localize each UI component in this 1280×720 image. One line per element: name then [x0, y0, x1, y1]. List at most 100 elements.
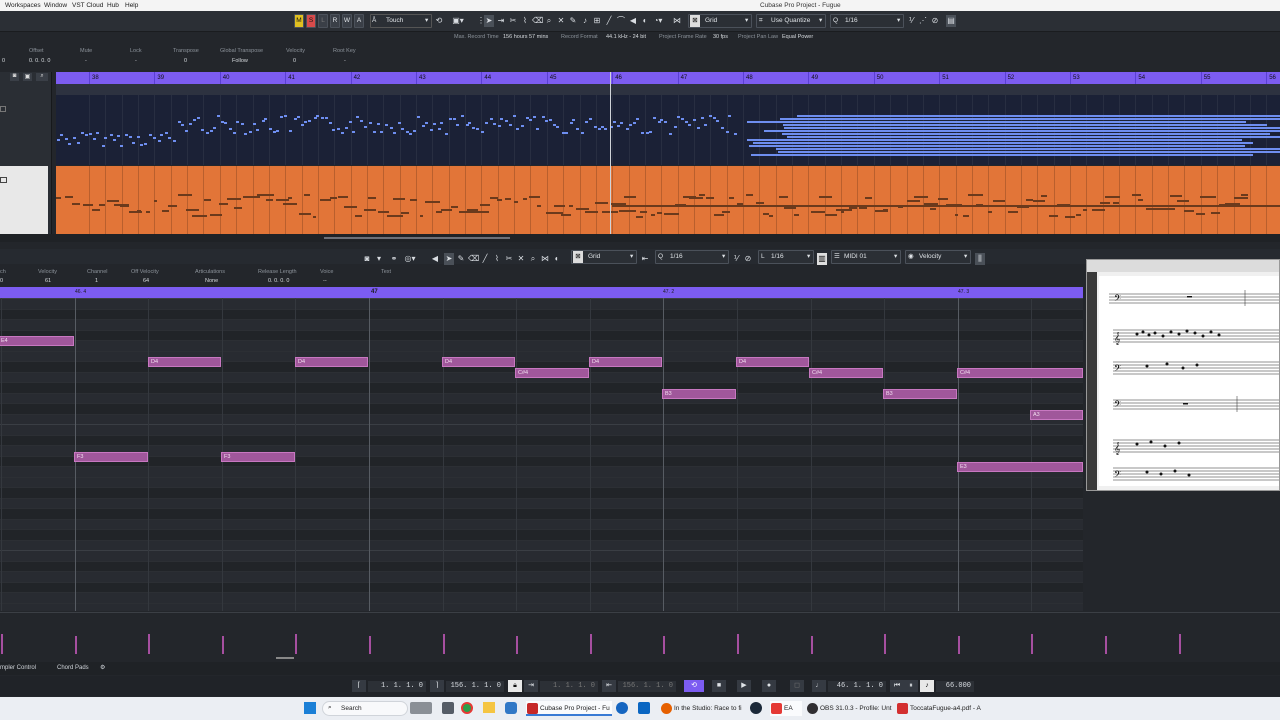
midi-note[interactable]: B3: [662, 388, 736, 399]
glue-tool-icon[interactable]: ⋈: [540, 253, 550, 265]
quantize-reset-icon[interactable]: ⊘: [930, 15, 940, 27]
primary-time-display[interactable]: 46. 1. 1. 0: [828, 681, 886, 692]
steam-icon[interactable]: [750, 702, 762, 714]
right-locator-icon[interactable]: ⌉: [430, 680, 444, 692]
time-warp-icon[interactable]: ⌒: [616, 15, 626, 27]
quantize-preset-select[interactable]: ⌗ Use Quantize ▾: [756, 14, 826, 28]
snap-zero-icon[interactable]: ⇤: [640, 253, 650, 265]
widget-icon[interactable]: [410, 702, 432, 714]
piano-icon[interactable]: ⫼: [975, 253, 985, 265]
off-velocity-value[interactable]: 64: [143, 278, 149, 284]
play-button[interactable]: ▶: [737, 680, 751, 692]
zoom-tool-icon[interactable]: ⌕: [544, 15, 554, 27]
lock-icon[interactable]: 🔒︎: [508, 680, 522, 692]
pan-law-value[interactable]: Equal Power: [782, 34, 813, 40]
record-button[interactable]: ●: [762, 680, 776, 692]
velocity-lane[interactable]: [0, 612, 1280, 659]
note-grid[interactable]: E4 D4 D4 D4 D4 D4 C#4 C#4 C#4 B3 B3 A3 F3 F3 E3: [0, 298, 1083, 611]
search-box[interactable]: ⌕ Search: [322, 701, 408, 716]
velocity-bar[interactable]: [663, 636, 666, 654]
voice-value[interactable]: --: [323, 278, 327, 284]
offset-value[interactable]: 0. 0. 0. 0: [29, 58, 50, 64]
record-format-value[interactable]: 44.1 kHz - 24 bit: [606, 34, 646, 40]
mute-tool-icon[interactable]: ✕: [556, 15, 566, 27]
velocity-bar[interactable]: [957, 636, 960, 654]
midi-note[interactable]: D4: [295, 357, 368, 367]
zoom-tool-icon[interactable]: ⌕: [528, 253, 538, 265]
pdf-viewer-window[interactable]: 𝄢 𝄞 𝄢 𝄢 𝄞 𝄢: [1086, 259, 1280, 491]
tab-sampler-control[interactable]: mpler Control: [0, 665, 36, 671]
scroll-thumb[interactable]: [324, 237, 510, 239]
root-key-value[interactable]: -: [344, 58, 346, 64]
left-locator-icon[interactable]: ⌈: [352, 680, 366, 692]
velocity-bar[interactable]: [1, 634, 3, 654]
color-tool-icon[interactable]: ◐: [552, 253, 562, 265]
velocity-bar[interactable]: [589, 634, 592, 654]
tempo-value[interactable]: 66.000: [936, 681, 974, 692]
menu-workspaces[interactable]: Workspaces: [5, 2, 41, 9]
frame-rate-value[interactable]: 30 fps: [713, 34, 728, 40]
nudge-icon[interactable]: ◔▾: [648, 15, 668, 27]
listen-button[interactable]: L: [318, 14, 328, 28]
arrange-ruler[interactable]: 38 39 40 41 42 43 44 45 46 47 48 49 50 51 52 53 54 55 56: [56, 72, 1280, 84]
velocity-value[interactable]: 0: [293, 58, 296, 64]
metronome-icon[interactable]: ♪: [920, 680, 934, 692]
gear-icon[interactable]: ⚙: [100, 664, 105, 671]
metronome-toggle-icon[interactable]: ⏸: [904, 680, 918, 692]
midi-note[interactable]: D4: [442, 357, 515, 367]
erase-tool-icon[interactable]: ⌫: [532, 15, 543, 27]
editor-quantize-select[interactable]: Q 1/16 ▾: [655, 250, 729, 264]
comp-tool-icon[interactable]: ⊞: [592, 15, 602, 27]
task-ea[interactable]: EA: [770, 701, 802, 716]
midi-note[interactable]: C#4: [809, 367, 883, 378]
split-tool-icon[interactable]: ✂: [508, 15, 518, 27]
stop-button[interactable]: ■: [712, 680, 726, 692]
velocity-bar[interactable]: [369, 636, 371, 654]
windows-start-icon[interactable]: [304, 702, 316, 714]
object-selection-tool-icon[interactable]: ➤: [484, 15, 494, 27]
menu-vst-cloud[interactable]: VST Cloud: [72, 2, 103, 9]
punch-out-icon[interactable]: ⇤: [602, 680, 616, 692]
cycle-button[interactable]: ⟲: [684, 680, 704, 692]
split-tool-icon[interactable]: ✂: [504, 253, 514, 265]
outlook-icon[interactable]: [638, 702, 650, 714]
selected-track-header[interactable]: [0, 166, 48, 234]
controller-select[interactable]: ◉ Velocity ▾: [905, 250, 971, 264]
snap-toggle-icon[interactable]: ⋈: [672, 15, 682, 27]
chrome-icon[interactable]: [461, 702, 473, 714]
mute-tool-icon[interactable]: ✕: [516, 253, 526, 265]
quantize-value-select[interactable]: Q 1/16 ▾: [830, 14, 904, 28]
chevron-down-icon[interactable]: ▾: [374, 253, 384, 265]
midi-part-lower[interactable]: [56, 166, 1280, 234]
menu-help[interactable]: Help: [125, 2, 138, 9]
midi-channel-select[interactable]: ☰ MIDI 01 ▾: [831, 250, 901, 264]
midi-note[interactable]: D4: [148, 357, 221, 367]
speaker-icon[interactable]: ◀: [430, 253, 440, 265]
midi-note[interactable]: F3: [221, 451, 295, 462]
line-tool-icon[interactable]: ╱: [480, 253, 490, 265]
velocity-bar[interactable]: [221, 636, 224, 654]
file-explorer-icon[interactable]: [483, 702, 495, 713]
key-editor-ruler[interactable]: 46. 4 47 47. 2 47. 3: [0, 287, 1083, 298]
release-length-value[interactable]: 0. 0. 0. 0: [268, 278, 289, 284]
draw-tool-icon[interactable]: ✎: [568, 15, 578, 27]
quantize-reset-icon[interactable]: ⊘: [743, 253, 753, 265]
automation-a-button[interactable]: A: [354, 14, 364, 28]
insert-velocity-icon[interactable]: ▥: [817, 253, 827, 265]
midi-note[interactable]: C#4: [515, 367, 589, 378]
lock-value[interactable]: -: [135, 58, 137, 64]
tab-chord-pads[interactable]: Chord Pads: [57, 665, 89, 671]
search-icon[interactable]: ⌕: [36, 73, 48, 81]
midi-note[interactable]: A3: [1030, 409, 1083, 420]
time-format-icon[interactable]: ⏮: [890, 680, 904, 692]
transpose-value[interactable]: 0: [184, 58, 187, 64]
task-cubase[interactable]: Cubase Pro Project - Fu: [526, 701, 612, 716]
info-left-value[interactable]: 0: [2, 58, 5, 64]
arrange-scrollbar[interactable]: [0, 234, 1280, 242]
midi-note[interactable]: D4: [589, 357, 662, 367]
velocity-bar[interactable]: [74, 636, 77, 654]
play-tool-icon[interactable]: ♪: [580, 15, 590, 27]
camera-icon[interactable]: ◙: [10, 73, 19, 81]
read-automation-button[interactable]: R: [330, 14, 340, 28]
object-selection-tool-icon[interactable]: ➤: [444, 253, 454, 265]
